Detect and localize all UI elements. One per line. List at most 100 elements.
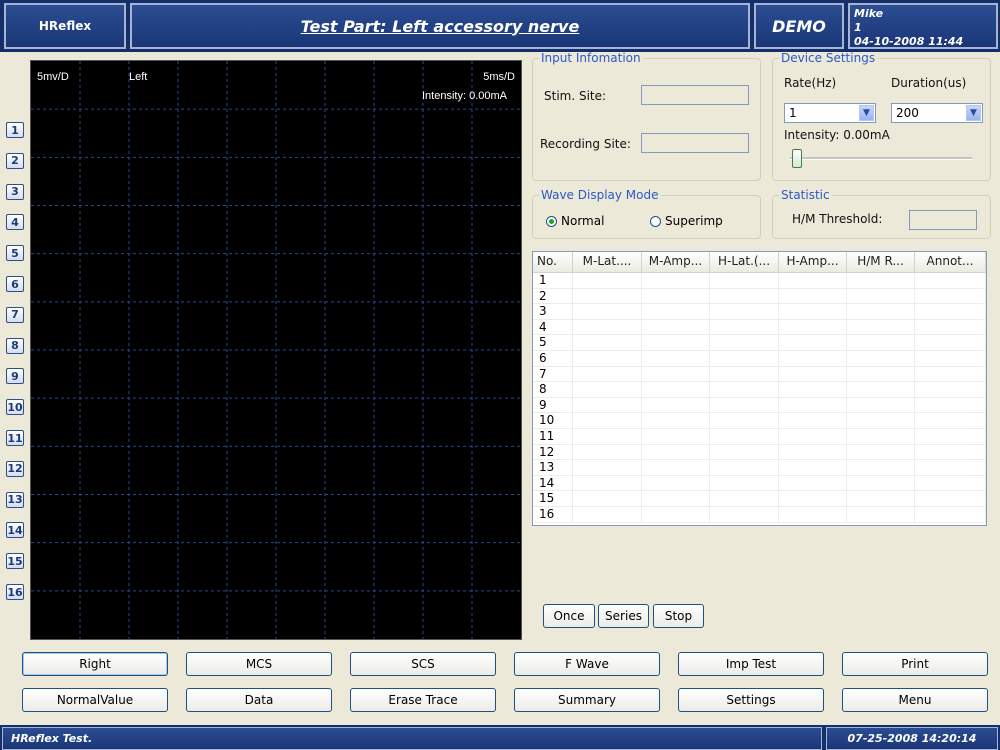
column-header[interactable]: No. [533, 252, 573, 272]
row-number: 10 [533, 413, 573, 428]
table-cell [642, 460, 710, 475]
data-button[interactable]: Data [186, 688, 332, 712]
duration-select[interactable]: 200 ▼ [891, 103, 983, 123]
channel-button-16[interactable]: 16 [6, 584, 24, 600]
table-cell [573, 506, 642, 522]
column-header[interactable]: Annot... [915, 252, 986, 272]
mcs-button[interactable]: MCS [186, 652, 332, 676]
column-header[interactable]: H-Amp... [779, 252, 847, 272]
table-cell [847, 428, 915, 444]
stop-button[interactable]: Stop [653, 604, 704, 628]
column-header[interactable]: H-Lat.(... [710, 252, 779, 272]
table-header: No. M-Lat.... M-Amp... H-Lat.(... H-Amp... H/… [533, 252, 986, 273]
once-button[interactable]: Once [543, 604, 595, 628]
channel-button-11[interactable]: 11 [6, 430, 24, 446]
channel-button-12[interactable]: 12 [6, 460, 24, 477]
table-cell [779, 319, 847, 335]
slider-thumb[interactable] [792, 149, 802, 168]
normalvalue-button[interactable]: NormalValue [22, 688, 168, 712]
menu-button[interactable]: Menu [842, 688, 988, 712]
results-table[interactable]: No. M-Lat.... M-Amp... H-Lat.(... H-Amp... H/… [532, 251, 987, 526]
settings-button[interactable]: Settings [678, 688, 824, 712]
hm-threshold-field[interactable] [909, 210, 977, 230]
column-header[interactable]: M-Lat.... [573, 252, 642, 272]
waveform-display[interactable]: 5mv/D Left 5ms/D Intensity: 0.00mA [30, 60, 522, 640]
table-row[interactable]: 13 [533, 460, 986, 476]
series-button[interactable]: Series [598, 604, 649, 628]
radio-superimp-indicator[interactable] [650, 215, 661, 227]
channel-button-4[interactable]: 4 [6, 214, 24, 231]
table-cell [573, 491, 642, 506]
table-row[interactable]: 9 [533, 397, 986, 414]
channel-button-3[interactable]: 3 [6, 183, 24, 200]
table-row[interactable]: 3 [533, 304, 986, 320]
rate-select[interactable]: 1 ▼ [784, 103, 876, 123]
table-cell [779, 304, 847, 319]
intensity-slider[interactable] [786, 148, 976, 170]
row-number: 1 [533, 273, 573, 288]
table-row[interactable]: 16 [533, 506, 986, 523]
channel-button-6[interactable]: 6 [6, 276, 24, 292]
user-info: Mike 1 04-10-2008 11:44 [848, 3, 998, 49]
table-cell [573, 428, 642, 444]
table-cell [779, 475, 847, 491]
chevron-down-icon[interactable]: ▼ [966, 105, 981, 121]
table-cell [573, 475, 642, 491]
channel-button-14[interactable]: 14 [6, 522, 24, 539]
erase-trace-button[interactable]: Erase Trace [350, 688, 496, 712]
channel-button-8[interactable]: 8 [6, 337, 24, 354]
summary-button[interactable]: Summary [514, 688, 660, 712]
f-wave-button[interactable]: F Wave [514, 652, 660, 676]
table-cell [642, 304, 710, 319]
table-row[interactable]: 2 [533, 288, 986, 305]
channel-button-10[interactable]: 10 [6, 399, 24, 416]
table-row[interactable]: 8 [533, 382, 986, 398]
table-row[interactable]: 11 [533, 428, 986, 445]
table-cell [573, 444, 642, 460]
table-cell [642, 335, 710, 350]
table-cell [847, 491, 915, 506]
imp-test-button[interactable]: Imp Test [678, 652, 824, 676]
column-header[interactable]: M-Amp... [642, 252, 710, 272]
table-cell [573, 413, 642, 428]
table-row[interactable]: 4 [533, 319, 986, 336]
table-cell [847, 506, 915, 522]
radio-normal[interactable]: Normal [546, 214, 604, 228]
channel-button-15[interactable]: 15 [6, 553, 24, 570]
channel-button-1[interactable]: 1 [6, 122, 24, 138]
channel-button-9[interactable]: 9 [6, 368, 24, 385]
column-header[interactable]: H/M R... [847, 252, 915, 272]
stim-site-field[interactable] [641, 85, 749, 105]
table-row[interactable]: 7 [533, 366, 986, 383]
table-cell [779, 491, 847, 506]
right-button[interactable]: Right [22, 652, 168, 676]
table-row[interactable]: 15 [533, 491, 986, 507]
table-cell [642, 491, 710, 506]
recording-site-field[interactable] [641, 133, 749, 153]
table-cell [779, 366, 847, 382]
table-row[interactable]: 14 [533, 475, 986, 492]
table-cell [847, 273, 915, 288]
radio-superimp[interactable]: Superimp [650, 214, 723, 228]
table-row[interactable]: 5 [533, 335, 986, 351]
table-cell [710, 506, 779, 522]
table-row[interactable]: 10 [533, 413, 986, 429]
channel-button-13[interactable]: 13 [6, 491, 24, 508]
chevron-down-icon[interactable]: ▼ [859, 105, 874, 121]
table-cell [642, 273, 710, 288]
print-button[interactable]: Print [842, 652, 988, 676]
table-cell [710, 491, 779, 506]
scs-button[interactable]: SCS [350, 652, 496, 676]
user-name: Mike [854, 7, 884, 20]
channel-button-2[interactable]: 2 [6, 152, 24, 169]
table-row[interactable]: 6 [533, 350, 986, 367]
table-cell [847, 335, 915, 350]
radio-normal-indicator[interactable] [546, 215, 557, 227]
table-row[interactable]: 1 [533, 273, 986, 289]
channel-button-5[interactable]: 5 [6, 245, 24, 262]
table-row[interactable]: 12 [533, 444, 986, 461]
table-cell [710, 288, 779, 304]
table-cell [710, 273, 779, 288]
channel-button-7[interactable]: 7 [6, 306, 24, 323]
table-cell [779, 382, 847, 397]
